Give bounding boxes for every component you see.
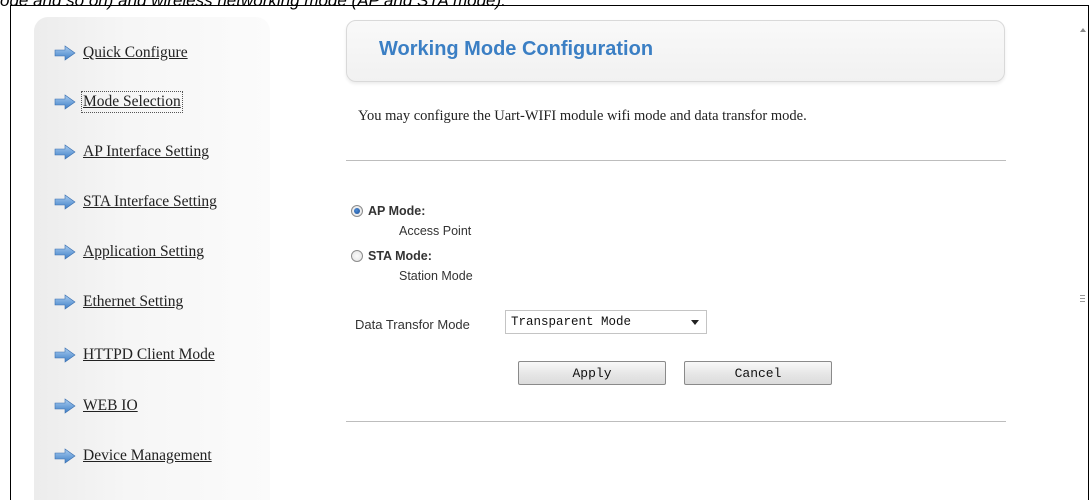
arrow-right-icon: [54, 398, 76, 414]
sidebar-item-label: Mode Selection: [81, 91, 183, 113]
sidebar-item[interactable]: AP Interface Setting: [54, 140, 209, 164]
data-transfer-select[interactable]: Transparent Mode: [505, 310, 707, 334]
sidebar-item[interactable]: Mode Selection: [54, 90, 183, 114]
sidebar-item-label: Ethernet Setting: [83, 293, 184, 310]
arrow-right-icon: [54, 294, 76, 310]
sta-mode-option[interactable]: STA Mode:: [351, 249, 432, 263]
sidebar-item[interactable]: Application Setting: [54, 240, 204, 264]
sidebar-item-label: AP Interface Setting: [83, 143, 209, 160]
data-transfer-label: Data Transfor Mode: [355, 317, 470, 332]
sidebar-item[interactable]: STA Interface Setting: [54, 190, 217, 214]
ap-mode-option[interactable]: AP Mode:: [351, 204, 425, 218]
scrollbar-grip-icon[interactable]: [1080, 295, 1085, 305]
sta-mode-sublabel: Station Mode: [399, 269, 473, 283]
arrow-right-icon: [54, 94, 76, 110]
arrow-right-icon: [54, 144, 76, 160]
sidebar-item[interactable]: Ethernet Setting: [54, 290, 183, 314]
ap-mode-sublabel: Access Point: [399, 224, 472, 238]
arrow-right-icon: [54, 448, 76, 464]
page-title: Working Mode Configuration: [379, 38, 654, 60]
cancel-button[interactable]: Cancel: [684, 361, 832, 385]
sidebar-item[interactable]: HTTPD Client Mode: [54, 343, 215, 367]
sta-mode-label: STA Mode:: [368, 249, 432, 263]
title-panel: Working Mode Configuration: [346, 20, 1005, 82]
arrow-right-icon: [54, 347, 76, 363]
divider: [346, 421, 1006, 422]
sidebar-item[interactable]: Quick Configure: [54, 41, 188, 65]
ap-mode-radio[interactable]: [351, 205, 363, 217]
apply-button[interactable]: Apply: [518, 361, 666, 385]
ap-mode-label: AP Mode:: [368, 204, 426, 218]
sidebar-item-label: Quick Configure: [83, 44, 188, 61]
scroll-up-arrow-icon[interactable]: [1080, 28, 1086, 32]
arrow-right-icon: [54, 45, 76, 61]
data-transfer-value: Transparent Mode: [511, 315, 632, 329]
sidebar-item-label: WEB IO: [83, 397, 138, 414]
sidebar-item-label: STA Interface Setting: [83, 193, 217, 210]
sidebar-item-label: Device Management: [83, 447, 212, 464]
sidebar-item[interactable]: WEB IO: [54, 394, 138, 418]
sta-mode-radio[interactable]: [351, 250, 363, 262]
sidebar-item-label: HTTPD Client Mode: [83, 346, 215, 363]
chevron-down-icon: [691, 320, 699, 325]
sidebar-item[interactable]: Device Management: [54, 444, 212, 468]
page-description: You may configure the Uart-WIFI module w…: [358, 108, 807, 124]
sidebar-item-label: Application Setting: [83, 243, 204, 260]
arrow-right-icon: [54, 194, 76, 210]
arrow-right-icon: [54, 244, 76, 260]
divider: [346, 160, 1006, 161]
